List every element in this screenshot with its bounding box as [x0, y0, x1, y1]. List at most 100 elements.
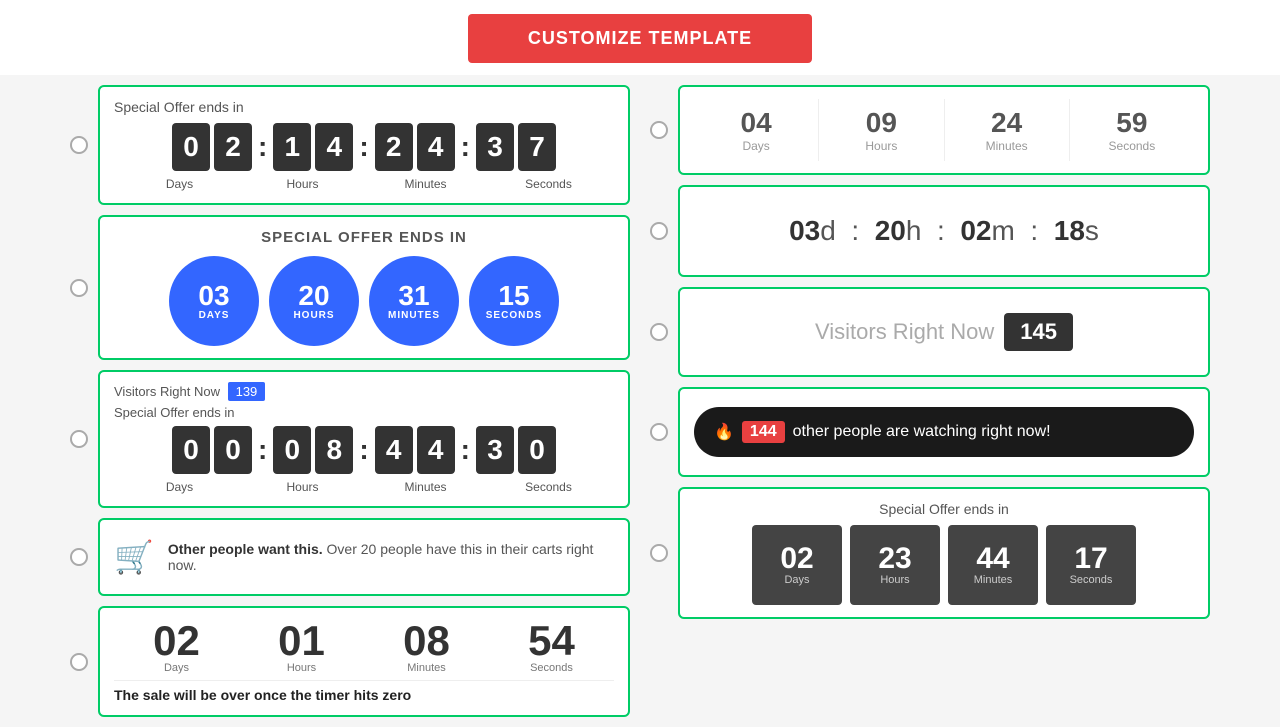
- widget-row-r2: 03d : 20h : 02m : 18s: [650, 185, 1210, 277]
- cart-content: 🛒 Other people want this. Over 20 people…: [114, 532, 614, 582]
- r1-seconds-num: 59: [1070, 107, 1194, 139]
- radio-4[interactable]: [70, 548, 88, 566]
- r3-label: Visitors Right Now: [815, 319, 994, 345]
- widget-r1-grid: 04 Days 09 Hours 24 Minutes 59 Seconds: [678, 85, 1210, 175]
- d2-2: 0: [273, 426, 311, 474]
- r1-days-num: 04: [694, 107, 818, 139]
- d2-7: 0: [518, 426, 556, 474]
- widget-cart: 🛒 Other people want this. Over 20 people…: [98, 518, 630, 596]
- widget-r5-dark: Special Offer ends in 02 Days 23 Hours 4…: [678, 487, 1210, 619]
- plain-days-num: 02: [153, 620, 200, 662]
- widget-row-5: 02 Days 01 Hours 08 Minutes 54 Seconds: [70, 606, 630, 717]
- widget-row-1: Special Offer ends in 0 2 : 1 4 : 2 4 : …: [70, 85, 630, 205]
- r2-text: 03d : 20h : 02m : 18s: [694, 199, 1194, 263]
- sale-message: The sale will be over once the timer hit…: [114, 680, 614, 703]
- r2-seconds: 18: [1054, 215, 1085, 246]
- dark-hours-num: 23: [878, 544, 911, 574]
- r1-days-lbl: Days: [694, 139, 818, 153]
- dark-box-minutes: 44 Minutes: [948, 525, 1038, 605]
- circles-row: 03 DAYS 20 HOURS 31 MINUTES 15 SECONDS: [114, 256, 614, 346]
- dark-box-hours: 23 Hours: [850, 525, 940, 605]
- cart-main-text: Other people want this.: [168, 541, 323, 557]
- c2-2: :: [359, 434, 368, 466]
- r1-hours-lbl: Hours: [819, 139, 943, 153]
- circle-hours: 20 HOURS: [269, 256, 359, 346]
- r1-seconds: 59 Seconds: [1070, 99, 1194, 161]
- digit-4: 2: [375, 123, 413, 171]
- radio-r2[interactable]: [650, 222, 668, 240]
- lbl2-hours: Hours: [263, 480, 343, 494]
- colon-1: :: [258, 131, 267, 163]
- radio-1[interactable]: [70, 136, 88, 154]
- radio-r3[interactable]: [650, 323, 668, 341]
- r1-minutes-num: 24: [945, 107, 1069, 139]
- dark-minutes-num: 44: [976, 544, 1009, 574]
- plain-days: 02 Days: [153, 620, 200, 674]
- widget-circles: SPECIAL OFFER ENDS IN 03 DAYS 20 HOURS 3…: [98, 215, 630, 360]
- radio-2[interactable]: [70, 279, 88, 297]
- d2-0: 0: [172, 426, 210, 474]
- d2-5: 4: [417, 426, 455, 474]
- r2-m-label: m: [992, 215, 1015, 246]
- c2-3: :: [461, 434, 470, 466]
- digit-2: 1: [273, 123, 311, 171]
- radio-5[interactable]: [70, 653, 88, 671]
- label-seconds: Seconds: [509, 177, 589, 191]
- widget-row-r5: Special Offer ends in 02 Days 23 Hours 4…: [650, 487, 1210, 619]
- digit-0: 0: [172, 123, 210, 171]
- d2-1: 0: [214, 426, 252, 474]
- header: CUSTOMIZE TEMPLATE: [0, 0, 1280, 75]
- widget-row-r1: 04 Days 09 Hours 24 Minutes 59 Seconds: [650, 85, 1210, 175]
- dark-days-lbl: Days: [784, 574, 809, 586]
- plain-hours-num: 01: [278, 620, 325, 662]
- widget-row-3: Visitors Right Now 139 Special Offer end…: [70, 370, 630, 508]
- flip-labels: Days Hours Minutes Seconds: [114, 177, 614, 191]
- r3-badge: 145: [1004, 313, 1073, 351]
- r2-d-label: d: [820, 215, 836, 246]
- circle-seconds-lbl: SECONDS: [486, 310, 542, 321]
- digit-7: 7: [518, 123, 556, 171]
- radio-r4[interactable]: [650, 423, 668, 441]
- dark-seconds-lbl: Seconds: [1070, 574, 1113, 586]
- radio-r5[interactable]: [650, 544, 668, 562]
- r2-days: 03: [789, 215, 820, 246]
- widget-row-r3: Visitors Right Now 145: [650, 287, 1210, 377]
- radio-r1[interactable]: [650, 121, 668, 139]
- r1-seconds-lbl: Seconds: [1070, 139, 1194, 153]
- label-hours: Hours: [263, 177, 343, 191]
- flip-clock-2-digits: 0 0 : 0 8 : 4 4 : 3 0: [114, 426, 614, 474]
- plain-minutes-num: 08: [403, 620, 450, 662]
- widget-row-4: 🛒 Other people want this. Over 20 people…: [70, 518, 630, 596]
- dark-days-num: 02: [780, 544, 813, 574]
- plain-minutes: 08 Minutes: [403, 620, 450, 674]
- d2-6: 3: [476, 426, 514, 474]
- r2-s-label: s: [1085, 215, 1099, 246]
- digit-1: 2: [214, 123, 252, 171]
- r2-h-label: h: [906, 215, 922, 246]
- r1-days: 04 Days: [694, 99, 819, 161]
- flip-clock-digits: 0 2 : 1 4 : 2 4 : 3 7: [114, 123, 614, 171]
- dark-hours-lbl: Hours: [880, 574, 909, 586]
- dark-boxes-row: 02 Days 23 Hours 44 Minutes 17 Seconds: [694, 525, 1194, 605]
- colon-2: :: [359, 131, 368, 163]
- fire-banner: 🔥 144 other people are watching right no…: [694, 407, 1194, 457]
- lbl2-days: Days: [140, 480, 220, 494]
- plain-minutes-lbl: Minutes: [403, 662, 450, 674]
- label-days: Days: [140, 177, 220, 191]
- main-content: Special Offer ends in 0 2 : 1 4 : 2 4 : …: [0, 75, 1280, 727]
- r1-minutes: 24 Minutes: [945, 99, 1070, 161]
- radio-3[interactable]: [70, 430, 88, 448]
- plain-timer: 02 Days 01 Hours 08 Minutes 54 Seconds: [114, 620, 614, 674]
- widget-row-r4: 🔥 144 other people are watching right no…: [650, 387, 1210, 477]
- widget-row-2: SPECIAL OFFER ENDS IN 03 DAYS 20 HOURS 3…: [70, 215, 630, 360]
- widget-plain-numbers: 02 Days 01 Hours 08 Minutes 54 Seconds: [98, 606, 630, 717]
- customize-button[interactable]: CUSTOMIZE TEMPLATE: [468, 14, 812, 63]
- r1-hours: 09 Hours: [819, 99, 944, 161]
- widget-r4-fire: 🔥 144 other people are watching right no…: [678, 387, 1210, 477]
- widget-r2-text: 03d : 20h : 02m : 18s: [678, 185, 1210, 277]
- dark-seconds-num: 17: [1074, 544, 1107, 574]
- w1-title: Special Offer ends in: [114, 99, 614, 115]
- cart-icon: 🛒: [114, 538, 154, 576]
- dark-box-seconds: 17 Seconds: [1046, 525, 1136, 605]
- circle-days-lbl: DAYS: [199, 310, 230, 321]
